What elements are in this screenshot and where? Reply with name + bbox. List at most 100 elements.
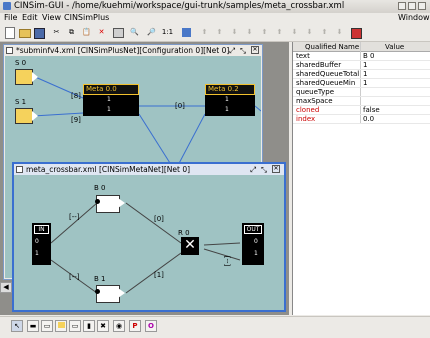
arrow-down-icon[interactable]: ⬇ (228, 26, 241, 39)
select-pointer-icon[interactable]: ↖ (11, 320, 23, 332)
property-row[interactable]: sharedBuffer 1 (293, 61, 430, 70)
meta-tool-icon[interactable]: ▭ (41, 320, 53, 332)
properties-panel: Qualified Name Value text B 0 sharedBuffer… (292, 42, 430, 315)
arrow-left-icon[interactable] (180, 26, 193, 39)
pattern-tool-icon[interactable]: P (129, 320, 141, 332)
port-label: 0 (254, 238, 258, 245)
buffer-tool-icon[interactable]: ▭ (69, 320, 81, 332)
meta-title: Meta 0.2 (205, 84, 255, 95)
property-row[interactable]: index 0.0 (293, 115, 430, 124)
minimize-icon[interactable] (398, 2, 406, 10)
arrow-up-icon[interactable]: ⬆ (273, 26, 286, 39)
meta-node-0-2[interactable]: Meta 0.2 1 1 (205, 84, 255, 116)
maximize-icon[interactable]: ⤡ (261, 165, 267, 175)
port-label: 0 (35, 238, 39, 245)
outer-frame-header[interactable]: *subminfv4.xml [CINSimPlusNet][Configura… (4, 45, 262, 56)
property-value[interactable]: B 0 (363, 52, 429, 60)
property-row[interactable]: maxSpace (293, 97, 430, 106)
out-node[interactable]: OUT 0 1 (242, 223, 264, 265)
cut-icon[interactable]: ✂ (50, 26, 63, 39)
port-label: 1 (107, 106, 111, 113)
close-icon[interactable] (418, 2, 426, 10)
port-label: 1 (254, 250, 258, 257)
sink-tool-icon[interactable]: ◉ (113, 320, 125, 332)
print-icon[interactable] (112, 26, 125, 39)
menu-file[interactable]: File (4, 13, 17, 22)
property-value[interactable]: 0.0 (363, 115, 429, 123)
zoom-reset-button[interactable]: 1:1 (161, 26, 174, 39)
router-node-r0[interactable]: ✕ (181, 237, 199, 255)
property-row[interactable]: cloned false (293, 106, 430, 115)
menu-edit[interactable]: Edit (22, 13, 38, 22)
property-value[interactable]: 1 (363, 61, 429, 69)
meta-body (205, 95, 255, 116)
arrow-up-icon[interactable]: ⬆ (213, 26, 226, 39)
meta-node-0-0[interactable]: Meta 0.0 1 1 (83, 84, 139, 116)
inner-frame-header[interactable]: meta_crossbar.xml [CINSimMetaNet][Net 0]… (14, 164, 284, 175)
new-file-icon[interactable] (3, 26, 16, 39)
inner-frame: meta_crossbar.xml [CINSimMetaNet][Net 0]… (12, 162, 286, 312)
maximize-icon[interactable] (408, 2, 416, 10)
in-node[interactable]: IN 0 1 (32, 223, 51, 265)
node-tool-icon[interactable]: ▬ (27, 320, 39, 332)
property-value[interactable]: 1 (363, 70, 429, 78)
in-node-label: IN (34, 225, 49, 234)
arrow-up-icon[interactable]: ⬆ (198, 26, 211, 39)
paste-icon[interactable]: 📋 (80, 26, 93, 39)
menu-cinsimplus[interactable]: CINSimPlus (64, 13, 109, 22)
window-title: CINSim-GUI - /home/kuehmi/workspace/gui-… (14, 1, 345, 11)
copy-icon[interactable]: ⧉ (65, 26, 78, 39)
node-label-s0: S 0 (15, 59, 27, 67)
in-tool-icon[interactable]: ▮ (83, 320, 95, 332)
observer-tool-icon[interactable]: O (145, 320, 157, 332)
edge-label: [--] (223, 255, 232, 267)
port-label: 1 (225, 96, 229, 103)
column-header-name[interactable]: Qualified Name (305, 43, 359, 51)
minimize-icon[interactable]: ⤢ (250, 165, 256, 175)
column-header-value[interactable]: Value (385, 43, 404, 51)
arrow-up-icon[interactable]: ⬆ (318, 26, 331, 39)
inner-canvas: IN 0 1 B 0 B 1 R 0 ✕ OUT 0 1 [--] [--] [… (14, 175, 284, 310)
buffer-node-b1[interactable] (96, 285, 120, 303)
buffer-node-b0[interactable] (96, 195, 120, 213)
edge-label: [--] (69, 213, 80, 221)
minimize-icon[interactable]: ⤢ (229, 46, 235, 56)
arrow-up-icon[interactable]: ⬆ (258, 26, 271, 39)
arrow-down-icon[interactable]: ⬇ (288, 26, 301, 39)
maximize-icon[interactable]: ⤡ (240, 46, 246, 56)
close-icon[interactable]: ✕ (272, 165, 280, 173)
menu-view[interactable]: View (42, 13, 61, 22)
source-tool-icon[interactable] (55, 320, 67, 332)
source-node-s0[interactable] (15, 69, 33, 85)
menu-window[interactable]: Window (398, 13, 430, 22)
property-name: index (296, 115, 316, 123)
delete-icon[interactable]: ✕ (95, 26, 108, 39)
source-node-s1[interactable] (15, 108, 33, 124)
property-value[interactable]: false (363, 106, 429, 114)
buffer-dot-icon (95, 289, 100, 294)
property-name: sharedQueueMin (296, 79, 356, 87)
property-row[interactable]: text B 0 (293, 52, 430, 61)
property-value[interactable]: 1 (363, 79, 429, 87)
router-tool-icon[interactable]: ✖ (97, 320, 109, 332)
property-row[interactable]: sharedQueueMin 1 (293, 79, 430, 88)
scroll-left-icon[interactable]: ◀ (0, 282, 12, 293)
source-arrow-icon (32, 111, 38, 121)
arrow-down-icon[interactable]: ⬇ (333, 26, 346, 39)
menu-bar: File Edit View CINSimPlus Window (0, 13, 430, 24)
node-label-s1: S 1 (15, 98, 27, 106)
node-label-b0: B 0 (94, 184, 106, 192)
property-row[interactable]: queueType (293, 88, 430, 97)
out-node-label: OUT (244, 225, 262, 234)
property-row[interactable]: sharedQueueTotal 1 (293, 70, 430, 79)
open-folder-icon[interactable] (18, 26, 31, 39)
close-icon[interactable]: ✕ (251, 46, 259, 54)
zoom-in-icon[interactable]: 🔍 (128, 26, 141, 39)
edge-label: [1] (154, 271, 164, 279)
arrow-icon[interactable] (350, 26, 363, 39)
arrow-down-icon[interactable]: ⬇ (243, 26, 256, 39)
save-icon[interactable] (33, 26, 46, 39)
zoom-out-icon[interactable]: 🔎 (145, 26, 158, 39)
property-name: maxSpace (296, 97, 333, 105)
arrow-down-icon[interactable]: ⬇ (303, 26, 316, 39)
